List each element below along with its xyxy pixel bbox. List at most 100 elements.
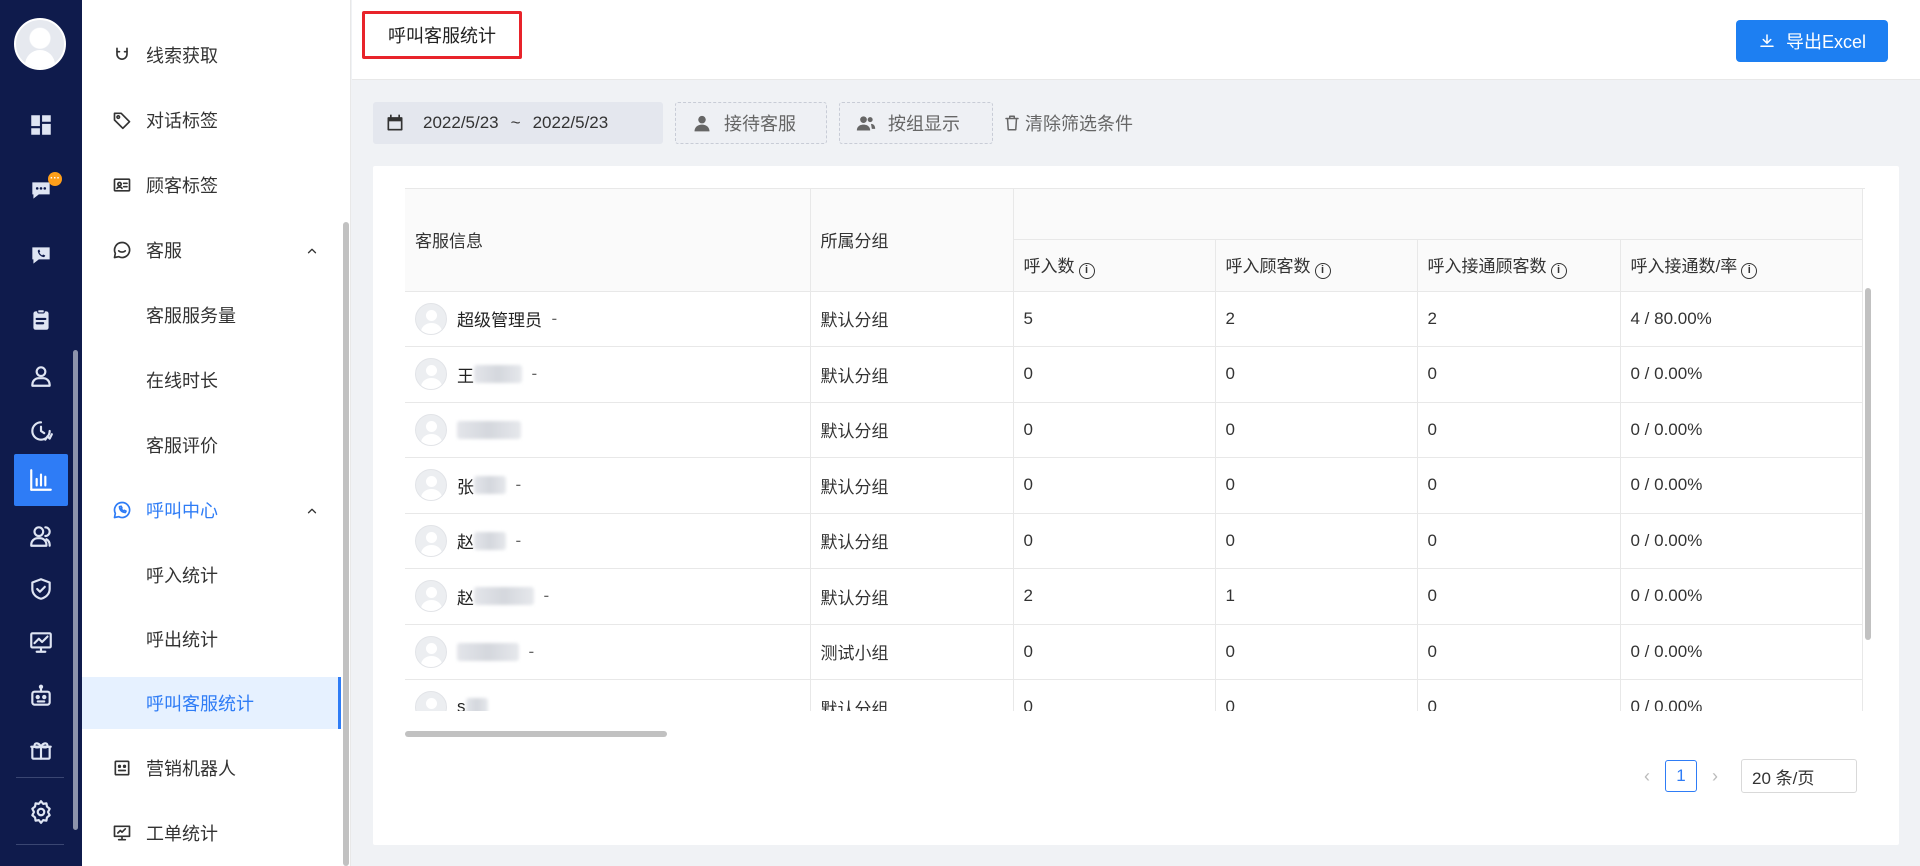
menu-item-lead-acquisition[interactable]: 线索获取 (82, 29, 341, 81)
connected-cell: 0 (1417, 679, 1621, 711)
agent-avatar (415, 635, 447, 668)
menu-item-agent-service-volume[interactable]: 客服服务量 (82, 289, 341, 341)
rate-cell: 0 / 0.00% (1620, 346, 1863, 403)
menu-scrollbar[interactable] (343, 222, 349, 866)
clipboard-icon[interactable] (14, 294, 68, 346)
table-vertical-scrollbar[interactable] (1865, 288, 1871, 640)
agent-name: 超级管理员 (457, 311, 542, 331)
menu-item-call-agent-stats[interactable]: 呼叫客服统计 (82, 677, 341, 729)
table-row[interactable]: 默认分组 0 0 0 0 / 0.00% (405, 402, 1863, 458)
table-horizontal-scrollbar[interactable] (405, 731, 667, 737)
date-range-picker[interactable]: 2022/5/23 ~ 2022/5/23 (373, 102, 663, 144)
menu-item-label: 营销机器人 (146, 759, 236, 779)
agent-avatar (415, 524, 447, 557)
column-header-connected-customers: 呼入接通顾客数 i (1417, 239, 1621, 292)
customers-cell: 1 (1215, 568, 1418, 625)
agent-filter-button[interactable]: 接待客服 (675, 102, 827, 144)
menu-item-label: 呼出统计 (146, 630, 218, 650)
id-card-icon (112, 175, 132, 195)
calendar-icon (387, 114, 403, 131)
menu-item-ticket-stats[interactable]: 工单统计 (82, 807, 341, 859)
info-icon[interactable]: i (1078, 262, 1095, 279)
export-excel-button[interactable]: 导出Excel (1736, 20, 1888, 62)
menu-item-customer-tags[interactable]: 顾客标签 (82, 159, 341, 211)
shield-icon[interactable] (14, 563, 68, 615)
menu-item-online-duration[interactable]: 在线时长 (82, 354, 341, 406)
customers-cell: 0 (1215, 457, 1418, 514)
rate-cell: 0 / 0.00% (1620, 457, 1863, 514)
table-row[interactable]: - 测试小组 0 0 0 0 / 0.00% (405, 624, 1863, 680)
menu-item-conversation-tags[interactable]: 对话标签 (82, 94, 341, 146)
inbound-cell: 5 (1013, 291, 1216, 347)
rail-scrollbar[interactable] (73, 350, 78, 830)
table-row[interactable]: 超级管理员 - 默认分组 5 2 2 4 / 80.00% (405, 291, 1863, 347)
redacted-name (474, 587, 534, 606)
page-number-current[interactable]: 1 (1665, 760, 1697, 792)
chevron-up-icon (305, 502, 319, 516)
download-icon (1760, 34, 1774, 47)
column-header-agent-info: 客服信息 (405, 189, 811, 292)
menu-item-agent[interactable]: 客服 (82, 224, 341, 276)
menu-item-call-center[interactable]: 呼叫中心 (82, 484, 341, 536)
menu-item-marketing-bot[interactable]: 营销机器人 (82, 742, 341, 794)
clear-filters-button[interactable]: 清除筛选条件 (1003, 110, 1133, 136)
menu-item-label: 工单统计 (146, 824, 218, 844)
menu-item-outbound-stats[interactable]: 呼出统计 (82, 613, 341, 665)
tag-icon (112, 110, 132, 130)
table-row[interactable]: s 默认分组 0 0 0 0 / 0.00% (405, 679, 1863, 711)
menu-item-label: 客服 (146, 241, 182, 261)
connected-cell: 0 (1417, 402, 1621, 458)
agent-avatar (415, 469, 447, 502)
table-row[interactable]: 王 - 默认分组 0 0 0 0 / 0.00% (405, 346, 1863, 403)
redacted-name (457, 420, 521, 439)
agent-suffix: - (531, 364, 538, 384)
monitor-chart-icon[interactable] (14, 616, 68, 668)
agent-suffix: - (551, 308, 558, 328)
rate-cell: 0 / 0.00% (1620, 624, 1863, 680)
inbound-cell: 0 (1013, 457, 1216, 514)
next-page-button[interactable]: › (1707, 766, 1723, 787)
menu-item-label: 顾客标签 (146, 176, 218, 196)
user-icon (694, 115, 710, 132)
customers-cell: 2 (1215, 291, 1418, 347)
bot-face-icon (112, 758, 132, 778)
menu-item-label: 呼叫客服统计 (146, 694, 254, 714)
table-row[interactable]: 赵 - 默认分组 0 0 0 0 / 0.00% (405, 513, 1863, 569)
prev-page-button[interactable]: ‹ (1639, 766, 1655, 787)
menu-item-agent-rating[interactable]: 客服评价 (82, 419, 341, 471)
customers-cell: 0 (1215, 624, 1418, 680)
user-icon[interactable] (14, 350, 68, 402)
notification-badge: ··· (48, 172, 62, 186)
gear-icon[interactable] (14, 786, 68, 838)
menu-item-label: 呼入统计 (146, 566, 218, 586)
agent-avatar (415, 358, 447, 391)
agent-avatar (415, 302, 447, 335)
group-display-button[interactable]: 按组显示 (839, 102, 993, 144)
robot-icon[interactable] (14, 670, 68, 722)
connected-cell: 0 (1417, 624, 1621, 680)
column-header-inbound-customers: 呼入顾客数 i (1215, 239, 1418, 292)
date-end: 2022/5/23 (532, 113, 609, 132)
group-cell: 默认分组 (810, 291, 1014, 347)
menu-item-inbound-stats[interactable]: 呼入统计 (82, 549, 341, 601)
info-icon[interactable]: i (1741, 262, 1758, 279)
bar-chart-icon[interactable] (14, 454, 68, 506)
gift-box-icon[interactable] (14, 724, 68, 776)
user-avatar[interactable] (14, 18, 66, 70)
dashboard-icon[interactable] (14, 99, 68, 151)
agent-avatar (415, 413, 447, 446)
chevron-up-icon (305, 242, 319, 256)
info-icon[interactable]: i (1314, 262, 1331, 279)
date-separator: ~ (510, 113, 521, 132)
phone-icon[interactable] (14, 229, 68, 281)
group-cell: 默认分组 (810, 402, 1014, 458)
table-row[interactable]: 赵 - 默认分组 2 1 0 0 / 0.00% (405, 568, 1863, 625)
page-size-select[interactable]: 20 条/页 (1741, 759, 1857, 793)
secondary-menu: 线索获取 对话标签 顾客标签 客服 客服服务量 在线时长 客服评价 呼叫中心 呼… (82, 0, 351, 866)
info-icon[interactable]: i (1550, 262, 1567, 279)
chat-icon[interactable]: ··· (14, 164, 68, 216)
table-row[interactable]: 张 - 默认分组 0 0 0 0 / 0.00% (405, 457, 1863, 514)
team-icon[interactable] (14, 510, 68, 562)
customers-cell: 0 (1215, 513, 1418, 569)
clock-chart-icon[interactable] (14, 405, 68, 457)
